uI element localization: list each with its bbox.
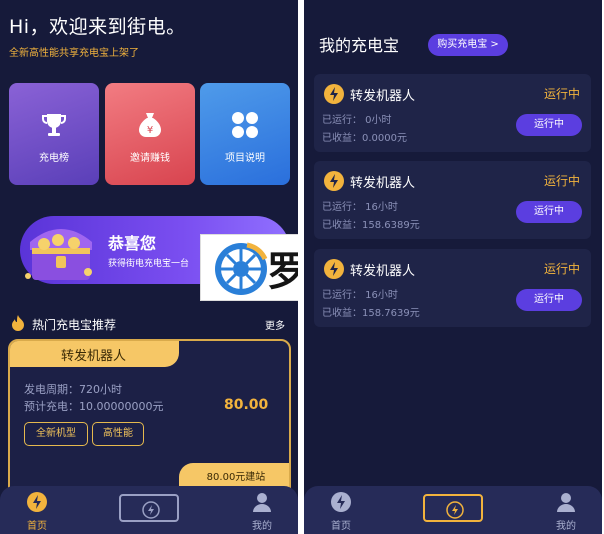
tab-home-label: 首页 <box>27 521 47 532</box>
tab-mine[interactable]: 我的 <box>541 492 591 532</box>
product-name: 转发机器人 <box>60 349 126 364</box>
spider-emblem-icon <box>215 242 268 295</box>
user-icon <box>253 493 271 512</box>
robot-running-button[interactable]: 运行中 <box>516 114 582 136</box>
product-name-tab: 转发机器人 <box>10 341 179 367</box>
logo-text: 罗网 <box>267 249 298 295</box>
tab-mine-label: 我的 <box>556 521 576 532</box>
robot-card: 转发机器人 运行中 已运行： 16小时 已收益：158.6389元 运行中 <box>314 161 591 239</box>
lightning-circle-icon <box>446 501 464 519</box>
page-title: 我的充电宝 <box>319 36 400 55</box>
robot-status: 运行中 <box>544 174 581 188</box>
robot-name: 转发机器人 <box>350 264 416 279</box>
tab-home[interactable]: 首页 <box>316 492 366 532</box>
banner-title: 恭喜您 <box>108 234 157 253</box>
greeting-title: Hi，欢迎来到街电。 <box>9 16 186 38</box>
ranking-tile[interactable]: 充电榜 <box>9 83 99 185</box>
robot-earnings: 已收益：158.7639元 <box>322 308 420 319</box>
robot-runtime: 已运行： 16小时 <box>322 202 398 213</box>
money-bag-icon: ¥ <box>139 113 161 137</box>
lightning-icon <box>324 259 344 279</box>
lightning-icon <box>324 84 344 104</box>
tab-home-label: 首页 <box>331 521 351 532</box>
svg-text:¥: ¥ <box>147 125 153 136</box>
lightning-icon <box>27 492 47 512</box>
user-icon <box>557 493 575 512</box>
grid-icon <box>232 112 258 138</box>
trophy-icon <box>42 114 66 136</box>
tab-mine-label: 我的 <box>252 521 272 532</box>
robot-running-button[interactable]: 运行中 <box>516 289 582 311</box>
product-card[interactable]: 转发机器人 发电周期：720小时 预计充电：10.00000000元 80.00… <box>8 339 291 499</box>
tab-charge[interactable] <box>119 494 179 522</box>
robot-status: 运行中 <box>544 262 581 276</box>
more-link[interactable]: 更多 <box>265 317 285 332</box>
tab-home[interactable]: 首页 <box>12 492 62 532</box>
bottom-tab-bar: 首页 我的 <box>304 486 602 534</box>
tag-new-model: 全新机型 <box>24 422 88 446</box>
robot-card: 转发机器人 运行中 已运行： 16小时 已收益：158.7639元 运行中 <box>314 249 591 327</box>
tab-charge[interactable] <box>423 494 483 522</box>
treasure-chest-icon <box>25 229 92 280</box>
greeting-subtitle: 全新高性能共享充电宝上架了 <box>9 48 139 59</box>
product-period: 发电周期：720小时 <box>24 383 122 396</box>
home-screen: Hi，欢迎来到街电。 全新高性能共享充电宝上架了 充电榜 ¥ 邀请赚钱 项目说明… <box>0 0 298 534</box>
my-power-bank-screen: 我的充电宝 购买充电宝 > 转发机器人 运行中 已运行： 0小时 已收益：0.0… <box>304 0 602 534</box>
robot-earnings: 已收益：0.0000元 <box>322 133 407 144</box>
tab-mine[interactable]: 我的 <box>237 492 287 532</box>
hot-section-title: 热门充电宝推荐 <box>32 318 117 332</box>
robot-name: 转发机器人 <box>350 89 416 104</box>
robot-earnings: 已收益：158.6389元 <box>322 220 420 231</box>
lightning-circle-icon <box>142 501 160 519</box>
robot-name: 转发机器人 <box>350 176 416 191</box>
invite-tile-label: 邀请赚钱 <box>130 153 170 164</box>
project-info-tile[interactable]: 项目说明 <box>200 83 290 185</box>
watermark-logo: 罗网 ® <box>200 234 298 301</box>
robot-runtime: 已运行： 0小时 <box>322 115 392 126</box>
product-charge: 预计充电：10.00000000元 <box>24 400 164 413</box>
tag-high-performance: 高性能 <box>92 422 144 446</box>
project-info-tile-label: 项目说明 <box>225 153 265 164</box>
invite-tile[interactable]: ¥ 邀请赚钱 <box>105 83 195 185</box>
robot-card: 转发机器人 运行中 已运行： 0小时 已收益：0.0000元 运行中 <box>314 74 591 152</box>
lightning-icon <box>331 492 351 512</box>
flame-icon <box>12 315 24 331</box>
robot-status: 运行中 <box>544 87 581 101</box>
product-price: 80.00 <box>224 397 269 413</box>
buy-power-bank-button[interactable]: 购买充电宝 > <box>428 34 508 56</box>
ranking-tile-label: 充电榜 <box>39 153 69 164</box>
bottom-tab-bar: 首页 我的 <box>0 486 298 534</box>
banner-text: 获得街电充电宝一台 <box>108 259 190 269</box>
robot-running-button[interactable]: 运行中 <box>516 201 582 223</box>
lightning-icon <box>324 171 344 191</box>
robot-runtime: 已运行： 16小时 <box>322 290 398 301</box>
